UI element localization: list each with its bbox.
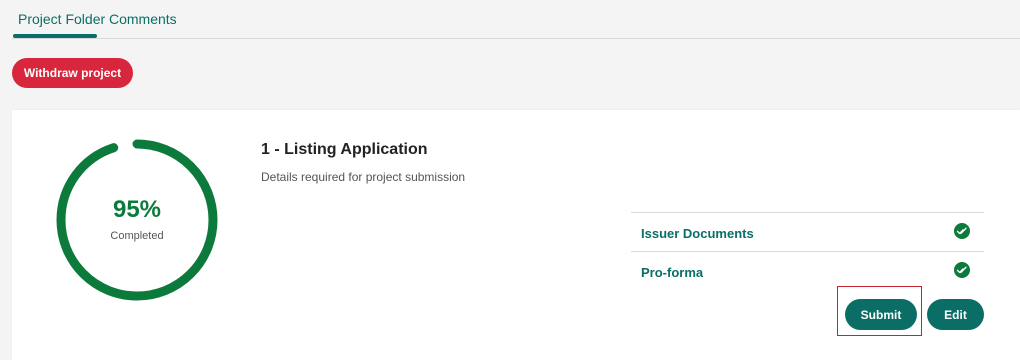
withdraw-project-button[interactable]: Withdraw project bbox=[12, 58, 133, 88]
tab-bar: Project Folder Comments bbox=[12, 0, 1020, 39]
check-circle-icon bbox=[954, 223, 970, 239]
document-list: Issuer Documents Pro-forma bbox=[631, 212, 984, 290]
progress-label: Completed bbox=[110, 230, 164, 242]
active-tab-indicator bbox=[13, 34, 97, 38]
progress-ring: 95% Completed bbox=[56, 139, 218, 301]
edit-button[interactable]: Edit bbox=[927, 299, 984, 330]
section-title: 1 - Listing Application bbox=[261, 141, 428, 158]
document-row-issuer-documents[interactable]: Issuer Documents bbox=[631, 212, 984, 251]
document-label: Pro-forma bbox=[641, 265, 704, 280]
progress-percent: 95% bbox=[112, 196, 162, 223]
page: Project Folder Comments Withdraw project… bbox=[0, 0, 1020, 360]
submit-button[interactable]: Submit bbox=[845, 299, 917, 330]
document-row-pro-forma[interactable]: Pro-forma bbox=[631, 251, 984, 290]
section-description: Details required for project submission bbox=[261, 170, 466, 184]
tab-comments[interactable]: Comments bbox=[109, 11, 177, 27]
tab-project-folder[interactable]: Project Folder bbox=[18, 11, 105, 27]
document-label: Issuer Documents bbox=[641, 226, 754, 241]
project-card: 95% Completed 1 - Listing Application De… bbox=[12, 110, 1020, 360]
check-circle-icon bbox=[954, 262, 970, 278]
